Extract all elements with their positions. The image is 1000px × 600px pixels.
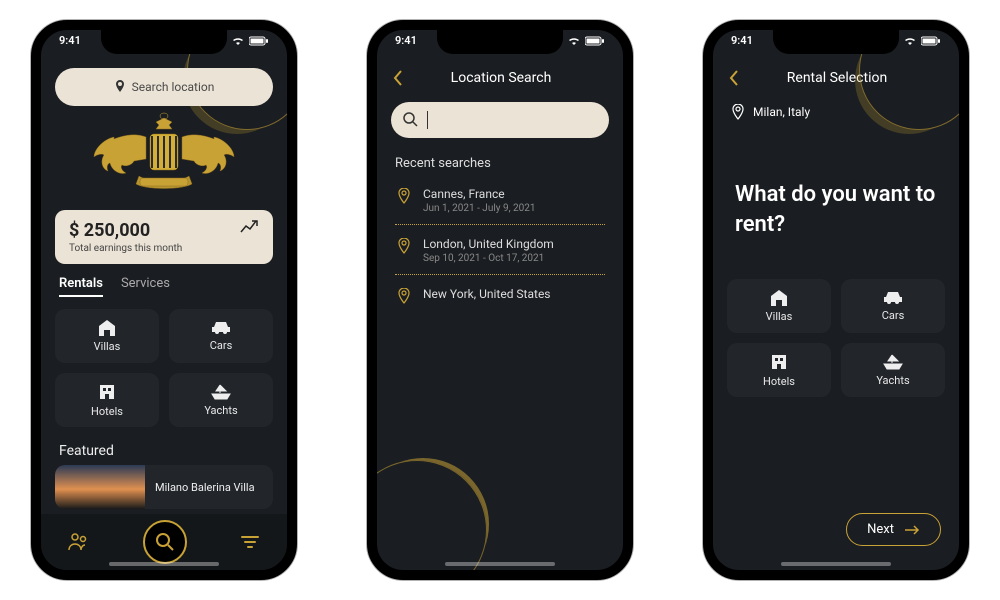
- villa-icon: [769, 290, 789, 306]
- search-placeholder: Search location: [132, 80, 215, 94]
- category-label: Cars: [210, 339, 233, 352]
- earnings-subtitle: Total earnings this month: [69, 243, 182, 254]
- home-indicator: [781, 562, 891, 566]
- featured-item[interactable]: Milano Balerina Villa: [55, 465, 273, 509]
- device-notch: [437, 30, 563, 54]
- category-label: Villas: [94, 340, 121, 353]
- recent-place: New York, United States: [423, 287, 551, 301]
- trend-up-icon: [239, 220, 259, 234]
- hotel-icon: [98, 383, 116, 401]
- featured-item-title: Milano Balerina Villa: [145, 481, 255, 494]
- yacht-icon: [210, 384, 232, 400]
- phone-home: 9:41 Search location: [31, 20, 297, 580]
- wifi-icon: [231, 36, 245, 46]
- category-label: Hotels: [91, 405, 123, 418]
- category-label: Yachts: [876, 374, 909, 387]
- location-search-screen: Location Search Recent searches Cannes, …: [377, 30, 623, 570]
- device-notch: [773, 30, 899, 54]
- pin-icon: [395, 187, 413, 205]
- back-icon[interactable]: [393, 70, 403, 86]
- page-title: Location Search: [413, 70, 607, 86]
- featured-heading: Featured: [41, 433, 287, 465]
- next-label: Next: [867, 522, 894, 537]
- recent-place: London, United Kingdom: [423, 237, 554, 251]
- search-input[interactable]: [391, 102, 609, 138]
- category-label: Hotels: [763, 375, 795, 388]
- category-villas[interactable]: Villas: [727, 279, 831, 333]
- next-button[interactable]: Next: [846, 513, 941, 546]
- category-label: Yachts: [204, 404, 237, 417]
- home-indicator: [445, 562, 555, 566]
- search-icon: [403, 112, 419, 128]
- category-cars[interactable]: Cars: [841, 279, 945, 333]
- category-hotels[interactable]: Hotels: [727, 343, 831, 397]
- category-hotels[interactable]: Hotels: [55, 373, 159, 427]
- rental-selection-screen: Rental Selection Milan, Italy What do yo…: [713, 30, 959, 570]
- category-cars[interactable]: Cars: [169, 309, 273, 363]
- back-icon[interactable]: [729, 70, 739, 86]
- search-icon: [155, 532, 175, 552]
- tab-services[interactable]: Services: [121, 276, 170, 297]
- pin-icon: [114, 80, 126, 94]
- category-tabs: Rentals Services: [41, 264, 287, 303]
- category-grid: Villas Cars Hotels Yachts: [713, 239, 959, 397]
- tab-rentals[interactable]: Rentals: [59, 276, 103, 297]
- status-time: 9:41: [395, 34, 417, 47]
- car-icon: [210, 321, 232, 335]
- brand-crest-logo: [84, 112, 244, 202]
- phone-location-search: 9:41 Location Search Recent searches Can…: [367, 20, 633, 580]
- villa-icon: [97, 320, 117, 336]
- recent-dates: Sep 10, 2021 - Oct 17, 2021: [423, 253, 554, 264]
- home-indicator: [109, 562, 219, 566]
- wifi-icon: [903, 36, 917, 46]
- battery-icon: [249, 36, 269, 46]
- decorative-swirl: [377, 460, 487, 570]
- arrow-right-icon: [904, 525, 920, 535]
- category-yachts[interactable]: Yachts: [169, 373, 273, 427]
- hotel-icon: [770, 353, 788, 371]
- category-yachts[interactable]: Yachts: [841, 343, 945, 397]
- battery-icon: [921, 36, 941, 46]
- status-time: 9:41: [59, 34, 81, 47]
- category-villas[interactable]: Villas: [55, 309, 159, 363]
- home-screen: Search location $ 250,000 Total ear: [41, 30, 287, 570]
- people-icon[interactable]: [68, 532, 90, 552]
- text-cursor: [427, 111, 428, 129]
- yacht-icon: [882, 354, 904, 370]
- pin-icon: [395, 287, 413, 305]
- pin-icon: [395, 237, 413, 255]
- search-location-button[interactable]: Search location: [55, 68, 273, 106]
- earnings-card[interactable]: $ 250,000 Total earnings this month: [55, 210, 273, 264]
- recent-searches-heading: Recent searches: [377, 138, 623, 181]
- prompt-heading: What do you want to rent?: [713, 120, 959, 239]
- screen-header: Location Search: [377, 70, 623, 86]
- status-time: 9:41: [731, 34, 753, 47]
- battery-icon: [585, 36, 605, 46]
- car-icon: [882, 291, 904, 305]
- device-notch: [101, 30, 227, 54]
- phone-rental-selection: 9:41 Rental Selection Milan, Italy What …: [703, 20, 969, 580]
- recent-search-item[interactable]: New York, United States: [395, 281, 605, 315]
- filter-icon[interactable]: [240, 534, 260, 550]
- pin-icon: [731, 104, 745, 120]
- recent-dates: Jun 1, 2021 - July 9, 2021: [423, 203, 536, 214]
- featured-thumbnail: [55, 465, 145, 509]
- recent-place: Cannes, France: [423, 187, 536, 201]
- nav-search-button[interactable]: [143, 520, 187, 564]
- recent-search-item[interactable]: London, United Kingdom Sep 10, 2021 - Oc…: [395, 231, 605, 275]
- recent-search-item[interactable]: Cannes, France Jun 1, 2021 - July 9, 202…: [395, 181, 605, 225]
- category-label: Villas: [766, 310, 793, 323]
- category-grid: Villas Cars Hotels Yachts: [41, 303, 287, 433]
- wifi-icon: [567, 36, 581, 46]
- location-text: Milan, Italy: [753, 105, 810, 119]
- category-label: Cars: [882, 309, 905, 322]
- earnings-amount: $ 250,000: [69, 220, 182, 241]
